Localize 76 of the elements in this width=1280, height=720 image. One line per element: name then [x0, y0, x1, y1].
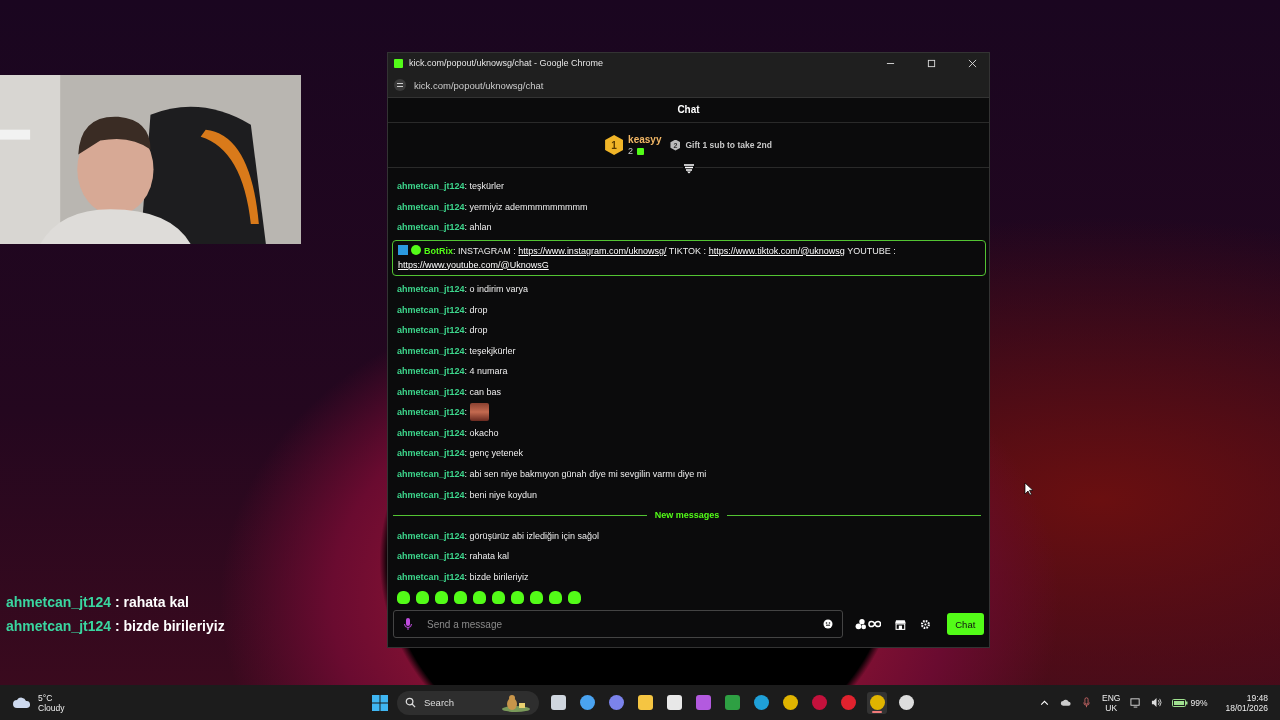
- chat-message: ahmetcan_jt124: okacho: [397, 426, 499, 440]
- windows-start-icon[interactable]: [372, 694, 388, 711]
- close-icon[interactable]: [968, 58, 977, 68]
- microphone-icon[interactable]: [1081, 697, 1092, 708]
- emote-icon[interactable]: [473, 591, 486, 604]
- emote-icon[interactable]: [568, 591, 581, 604]
- chat-message: ahmetcan_jt124: görüşürüz abi izlediğin için sağol: [397, 529, 600, 543]
- emote-icon[interactable]: [511, 591, 524, 604]
- message-input[interactable]: Send a message: [393, 610, 844, 638]
- chat-message: ahmetcan_jt124: o indirim varya: [397, 282, 529, 296]
- emote-icon[interactable]: [492, 591, 505, 604]
- chat-message: ahmetcan_jt124: 4 numara: [397, 365, 508, 379]
- cloud-icon[interactable]: [1060, 697, 1071, 708]
- chat-message: ahmetcan_jt124: can bas: [397, 385, 502, 399]
- address-bar[interactable]: kick.com/popout/uknowsg/chat: [414, 79, 544, 91]
- clock[interactable]: 19:48 18/01/2026: [1225, 692, 1268, 713]
- battery-icon[interactable]: [1172, 697, 1189, 708]
- chat-message: ahmetcan_jt124: teşekjkürler: [397, 344, 516, 358]
- chat-message: ahmetcan_jt124: beni niye koydun: [397, 488, 538, 502]
- leader-name[interactable]: keasyy: [628, 134, 662, 145]
- search-icon: [405, 697, 416, 708]
- battery-percent: 99%: [1190, 697, 1208, 708]
- store-icon[interactable]: [895, 618, 906, 630]
- gift-count: 2: [628, 146, 634, 156]
- chat-send-button[interactable]: Chat: [946, 613, 984, 635]
- search-box[interactable]: Search: [397, 690, 539, 715]
- bot-badge-icon: [398, 244, 408, 255]
- maximize-icon[interactable]: [927, 58, 936, 68]
- colon: :: [464, 407, 468, 418]
- chevron-up-icon[interactable]: [1039, 697, 1050, 708]
- mouse-cursor-icon: [1024, 482, 1034, 496]
- points-icon[interactable]: [855, 618, 881, 630]
- settings-icon[interactable]: [919, 618, 931, 630]
- temperature: 5°C: [38, 692, 54, 703]
- chat-message: ahmetcan_jt124: teşkürler: [397, 180, 505, 194]
- collapse-icon[interactable]: [682, 164, 695, 174]
- language-indicator[interactable]: ENG UK: [1102, 692, 1121, 713]
- chat-message: ahmetcan_jt124: genç yetenek: [397, 447, 524, 461]
- app-icon[interactable]: [867, 691, 887, 714]
- chat-message: ahmetcan_jt124: ahlan: [397, 221, 492, 235]
- chat-message: ahmetcan_jt124: drop: [397, 324, 488, 338]
- cloud-icon[interactable]: [12, 696, 32, 709]
- volume-icon[interactable]: [1151, 697, 1163, 708]
- rank-badge: 1: [605, 135, 624, 155]
- bot-message: BotRix: INSTAGRAM : https://www.instagram.com/uknowsg/ TIKTOK : https://www.tiktok.com/@uknowsg YOUTUBE : https://www.youtube.com/@UknowsG: [392, 239, 986, 276]
- chat-message: ahmetcan_jt124: drop: [397, 303, 488, 317]
- bear-icon: [501, 693, 531, 712]
- network-icon[interactable]: [1130, 697, 1142, 708]
- link[interactable]: https://www.tiktok.com/@uknowsg: [708, 245, 845, 256]
- link[interactable]: https://www.youtube.com/@UknowsG: [398, 259, 549, 270]
- weather-condition: Cloudy: [38, 702, 65, 713]
- chat-message: ahmetcan_jt124: yermiyiz ademmmmmmmmm: [397, 200, 588, 214]
- emote-icon[interactable]: [549, 591, 562, 604]
- emote-icon: [470, 403, 490, 422]
- emote-icon[interactable]: [397, 591, 410, 604]
- gift-icon: [637, 147, 645, 155]
- chat-message: ahmetcan_jt124: bizde birileriyiz: [397, 570, 529, 584]
- emote-icon[interactable]: [454, 591, 467, 604]
- chat-username[interactable]: ahmetcan_jt124: [397, 407, 465, 418]
- verified-badge-icon: [411, 244, 421, 255]
- microphone-icon[interactable]: [403, 617, 413, 631]
- chat-title: Chat: [388, 98, 989, 123]
- window-title: kick.com/popout/uknowsg/chat - Google Chrome: [409, 58, 604, 68]
- new-messages-divider: New messages: [654, 510, 720, 521]
- emoji-icon[interactable]: [823, 619, 834, 629]
- emote-icon[interactable]: [530, 591, 543, 604]
- link[interactable]: https://www.instagram.com/uknowsg/: [518, 245, 667, 256]
- overlay-chat-message: ahmetcan_jt124 : rahata kal: [6, 594, 190, 610]
- chat-message: ahmetcan_jt124: abi sen niye bakmıyon günah diye mi sevgilin varmı diye mi: [397, 468, 707, 482]
- emote-icon[interactable]: [435, 591, 448, 604]
- emote-icon[interactable]: [416, 591, 429, 604]
- overlay-chat-message: ahmetcan_jt124 : bizde birileriyiz: [6, 618, 225, 634]
- chat-message: ahmetcan_jt124: rahata kal: [397, 550, 510, 564]
- leaderboard-hint: Gift 1 sub to take 2nd: [685, 140, 772, 150]
- site-settings-icon[interactable]: [394, 79, 406, 91]
- kick-logo-icon: [394, 58, 403, 68]
